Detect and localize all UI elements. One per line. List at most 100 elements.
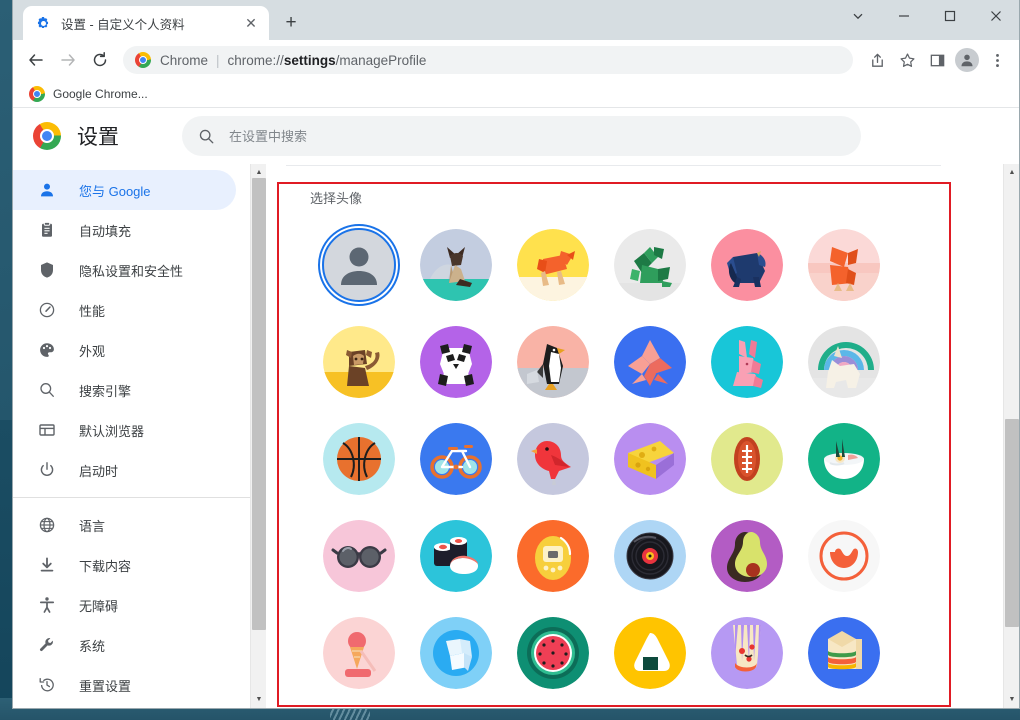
sidebar-item-privacy-security[interactable]: 隐私设置和安全性 bbox=[13, 250, 250, 290]
globe-icon bbox=[37, 515, 57, 535]
side-panel-icon[interactable] bbox=[923, 46, 951, 74]
onigiri-avatar[interactable] bbox=[601, 613, 698, 692]
forward-button[interactable] bbox=[53, 45, 83, 75]
sunglasses-avatar[interactable] bbox=[310, 516, 407, 595]
sandwich-avatar[interactable] bbox=[795, 613, 892, 692]
avatar-image bbox=[419, 228, 492, 301]
origami-monkey-avatar[interactable] bbox=[310, 322, 407, 401]
new-tab-button[interactable]: + bbox=[277, 9, 305, 37]
origami-unicorn-avatar[interactable] bbox=[795, 322, 892, 401]
smile-face-avatar[interactable] bbox=[795, 516, 892, 595]
sushi-avatar[interactable] bbox=[407, 516, 504, 595]
back-button[interactable] bbox=[21, 45, 51, 75]
minimize-button[interactable] bbox=[881, 0, 927, 32]
bicycle-avatar[interactable] bbox=[407, 419, 504, 498]
browser-window-icon bbox=[37, 420, 57, 440]
sidebar-item-reset-settings[interactable]: 重置设置 bbox=[13, 665, 250, 705]
pizza-avatar[interactable] bbox=[698, 613, 795, 692]
three-dot-menu-icon[interactable] bbox=[983, 46, 1011, 74]
sidebar-item-appearance[interactable]: 外观 bbox=[13, 330, 250, 370]
avatar-image bbox=[710, 519, 783, 592]
sidebar-item-you-and-google[interactable]: 您与 Google bbox=[13, 170, 236, 210]
scrollbar-thumb[interactable] bbox=[1005, 419, 1019, 627]
origami-cat-avatar[interactable] bbox=[407, 225, 504, 304]
origami-dog-avatar[interactable] bbox=[504, 225, 601, 304]
avatar-image bbox=[317, 223, 400, 306]
sidebar-item-autofill[interactable]: 自动填充 bbox=[13, 210, 250, 250]
sidebar-item-languages[interactable]: 语言 bbox=[13, 505, 250, 545]
avatar-image bbox=[419, 519, 492, 592]
omnibox-url: chrome://settings/manageProfile bbox=[228, 53, 427, 68]
bookmark-item[interactable]: Google Chrome... bbox=[23, 83, 154, 105]
selection-ring-inner bbox=[321, 227, 396, 302]
sidebar-item-performance[interactable]: 性能 bbox=[13, 290, 250, 330]
accessibility-icon bbox=[37, 595, 57, 615]
bookmark-star-icon[interactable] bbox=[893, 46, 921, 74]
default-person-avatar[interactable] bbox=[310, 223, 407, 306]
address-bar[interactable]: Chrome | chrome://settings/manageProfile bbox=[123, 46, 853, 74]
scroll-down-icon[interactable]: ▼ bbox=[1004, 691, 1019, 708]
cheese-avatar[interactable] bbox=[601, 419, 698, 498]
sidebar-item-on-startup[interactable]: 启动时 bbox=[13, 450, 250, 490]
red-bird-avatar[interactable] bbox=[504, 419, 601, 498]
avatar-image bbox=[613, 325, 686, 398]
history-restore-icon bbox=[37, 675, 57, 695]
ice-cube-avatar[interactable] bbox=[407, 613, 504, 692]
profile-avatar-icon[interactable] bbox=[953, 46, 981, 74]
settings-sidebar: 您与 Google 自动填充 隐私设置和安全性 性能 外观 搜索引擎 默认浏览器… bbox=[13, 164, 250, 708]
scroll-down-icon[interactable]: ▼ bbox=[251, 691, 267, 708]
maximize-button[interactable] bbox=[927, 0, 973, 32]
avatar-image bbox=[322, 616, 395, 689]
sidebar-scrollbar[interactable]: ▲ ▼ bbox=[250, 164, 266, 708]
sidebar-item-system[interactable]: 系统 bbox=[13, 625, 250, 665]
origami-bird-avatar[interactable] bbox=[601, 322, 698, 401]
scrollbar-thumb[interactable] bbox=[252, 178, 266, 630]
sidebar-item-label: 无障碍 bbox=[79, 598, 119, 614]
browser-tab[interactable]: 设置 - 自定义个人资料 ✕ bbox=[23, 6, 269, 40]
close-button[interactable] bbox=[973, 0, 1019, 32]
sidebar-item-label: 搜索引擎 bbox=[79, 383, 132, 399]
sidebar-item-default-browser[interactable]: 默认浏览器 bbox=[13, 410, 250, 450]
basketball-avatar[interactable] bbox=[310, 419, 407, 498]
watermelon-avatar[interactable] bbox=[504, 613, 601, 692]
settings-search-box[interactable] bbox=[182, 116, 861, 156]
settings-body: 您与 Google 自动填充 隐私设置和安全性 性能 外观 搜索引擎 默认浏览器… bbox=[13, 164, 1019, 708]
ice-cream-avatar[interactable] bbox=[310, 613, 407, 692]
vinyl-record-avatar[interactable] bbox=[601, 516, 698, 595]
origami-fox-avatar[interactable] bbox=[795, 225, 892, 304]
search-icon bbox=[198, 128, 215, 145]
avatar-image bbox=[322, 519, 395, 592]
origami-elephant-avatar[interactable] bbox=[698, 225, 795, 304]
reload-button[interactable] bbox=[85, 45, 115, 75]
noodle-bowl-avatar[interactable] bbox=[795, 419, 892, 498]
origami-rabbit-avatar[interactable] bbox=[698, 322, 795, 401]
search-input[interactable] bbox=[229, 128, 845, 144]
close-icon[interactable]: ✕ bbox=[241, 13, 261, 33]
tab-search-button[interactable] bbox=[835, 0, 881, 32]
sidebar-item-label: 启动时 bbox=[79, 463, 119, 479]
football-avatar[interactable] bbox=[698, 419, 795, 498]
avatar-image bbox=[613, 616, 686, 689]
scroll-up-icon[interactable]: ▲ bbox=[1004, 164, 1019, 181]
palette-icon bbox=[37, 340, 57, 360]
tamagotchi-avatar[interactable] bbox=[504, 516, 601, 595]
sidebar-item-search-engine[interactable]: 搜索引擎 bbox=[13, 370, 250, 410]
wrench-icon bbox=[37, 635, 57, 655]
avocado-avatar[interactable] bbox=[698, 516, 795, 595]
avatar-image bbox=[516, 519, 589, 592]
avatar-picker-title: 选择头像 bbox=[310, 191, 363, 206]
avatar-image bbox=[613, 228, 686, 301]
page-scrollbar[interactable]: ▲ ▼ bbox=[1003, 164, 1019, 708]
sidebar-item-downloads[interactable]: 下载内容 bbox=[13, 545, 250, 585]
tab-strip: 设置 - 自定义个人资料 ✕ + bbox=[13, 0, 1019, 40]
tab-title: 设置 - 自定义个人资料 bbox=[61, 17, 185, 32]
omnibox-url-suffix: /manageProfile bbox=[335, 52, 427, 68]
sidebar-item-accessibility[interactable]: 无障碍 bbox=[13, 585, 250, 625]
window-controls bbox=[835, 0, 1019, 32]
avatar-image bbox=[710, 228, 783, 301]
share-icon[interactable] bbox=[863, 46, 891, 74]
origami-dragon-avatar[interactable] bbox=[601, 225, 698, 304]
avatar-grid bbox=[310, 223, 941, 692]
origami-penguin-avatar[interactable] bbox=[504, 322, 601, 401]
origami-panda-avatar[interactable] bbox=[407, 322, 504, 401]
